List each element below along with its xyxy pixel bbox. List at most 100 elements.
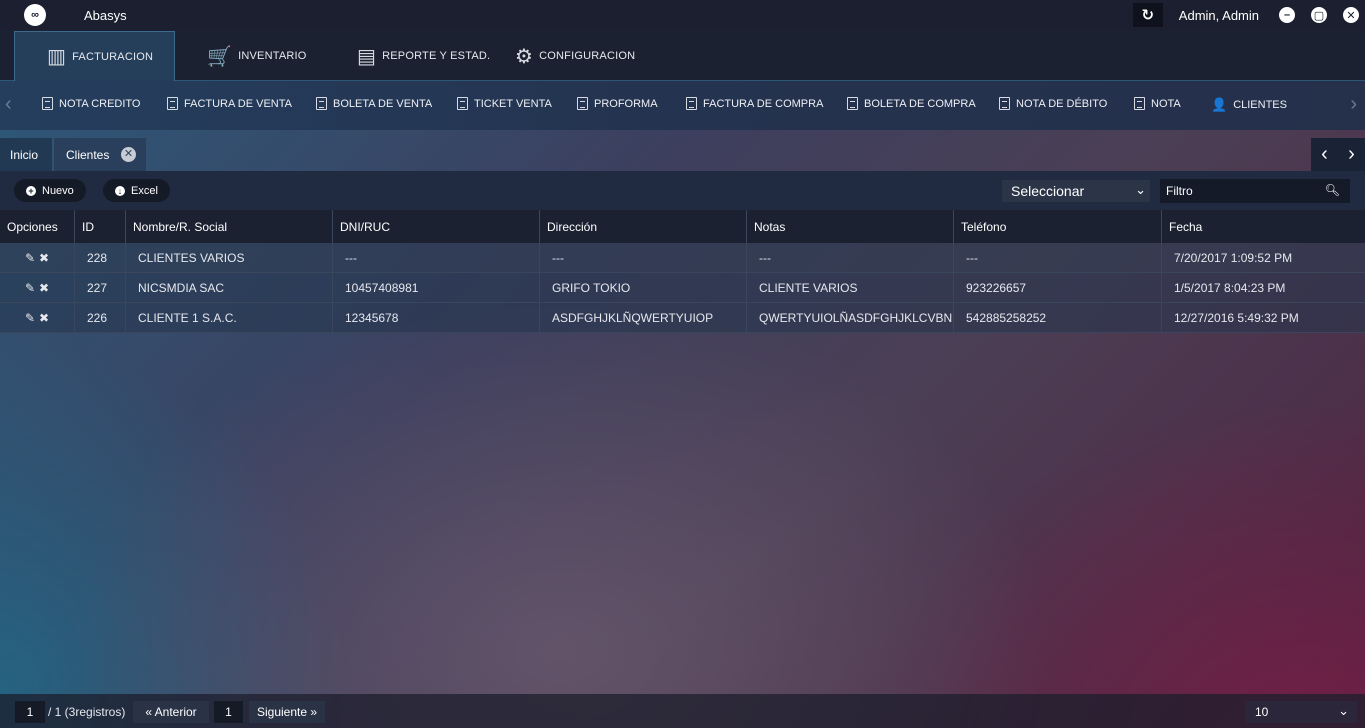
- document-icon: [577, 97, 588, 110]
- subnav-label: FACTURA DE COMPRA: [703, 97, 824, 110]
- chevron-down-icon: ⌄: [1338, 703, 1349, 718]
- cell-notes: CLIENTE VARIOS: [747, 273, 954, 302]
- refresh-icon[interactable]: ↻: [1132, 3, 1163, 27]
- cell-dni: 12345678: [333, 303, 540, 332]
- tab-label: FACTURACION: [72, 50, 154, 63]
- subnav-label: NOTA CREDITO: [59, 97, 141, 110]
- col-header[interactable]: Notas: [747, 210, 954, 243]
- cell-name: NICSMDIA SAC: [126, 273, 333, 302]
- cell-id: 226: [75, 303, 126, 332]
- subnav-factura-compra[interactable]: FACTURA DE COMPRA: [686, 97, 823, 110]
- row-options: ✎ ✖: [0, 273, 75, 302]
- download-icon: ↓: [115, 185, 125, 196]
- subnav-label: PROFORMA: [594, 97, 658, 110]
- subnav-label: CLIENTES: [1233, 99, 1287, 111]
- subnav-proforma[interactable]: PROFORMA: [577, 97, 658, 110]
- col-header[interactable]: Opciones: [0, 210, 75, 243]
- col-header[interactable]: DNI/RUC: [333, 210, 540, 243]
- table-header: Opciones ID Nombre/R. Social DNI/RUC Dir…: [0, 210, 1365, 243]
- table-row[interactable]: ✎ ✖ 227 NICSMDIA SAC 10457408981 GRIFO T…: [0, 273, 1365, 303]
- tab-facturacion[interactable]: ▥ FACTURACION: [14, 31, 175, 81]
- filter-input[interactable]: [1166, 184, 1316, 198]
- chevron-left-icon[interactable]: ‹: [5, 93, 12, 116]
- row-options: ✎ ✖: [0, 243, 75, 272]
- cell-id: 227: [75, 273, 126, 302]
- document-icon: [1134, 97, 1145, 110]
- page-input[interactable]: 1: [15, 701, 45, 723]
- search-icon[interactable]: 🔍︎: [1325, 183, 1340, 197]
- tab-clientes[interactable]: Clientes ✕: [54, 138, 146, 171]
- edit-icon[interactable]: ✎: [25, 251, 35, 265]
- tab-label: REPORTE Y ESTAD.: [382, 50, 491, 62]
- filter-field[interactable]: 🔍︎: [1160, 179, 1350, 203]
- col-header[interactable]: Nombre/R. Social: [126, 210, 333, 243]
- subnav-factura-venta[interactable]: FACTURA DE VENTA: [167, 97, 292, 110]
- subnav-nota[interactable]: NOTA: [1134, 97, 1181, 110]
- page-size-select[interactable]: 10 ⌄: [1245, 701, 1357, 723]
- maximize-icon[interactable]: ▢: [1311, 7, 1327, 23]
- edit-icon[interactable]: ✎: [25, 281, 35, 295]
- subnav-clientes[interactable]: 👤 CLIENTES: [1211, 97, 1287, 113]
- cell-address: ---: [540, 243, 747, 272]
- subnav-nota-credito[interactable]: NOTA CREDITO: [42, 97, 141, 110]
- cart-icon: 🛒: [207, 45, 233, 68]
- cell-dni: ---: [333, 243, 540, 272]
- delete-icon[interactable]: ✖: [39, 281, 49, 295]
- column-select[interactable]: Seleccionar ⌄: [1002, 180, 1150, 202]
- tab-scroll: ‹ ›: [1311, 138, 1365, 171]
- subnav-nota-debito[interactable]: NOTA DE DÉBITO: [999, 97, 1107, 110]
- cell-phone: 923226657: [954, 273, 1162, 302]
- document-icon: [42, 97, 53, 110]
- subnav-ticket-venta[interactable]: TICKET VENTA: [457, 97, 552, 110]
- title-bar: ∞ Abasys ↻ Admin, Admin – ▢ ✕: [0, 0, 1365, 30]
- col-header[interactable]: Dirección: [540, 210, 747, 243]
- close-window-icon[interactable]: ✕: [1343, 7, 1359, 23]
- tab-label: INVENTARIO: [238, 50, 307, 62]
- user-name[interactable]: Admin, Admin: [1179, 8, 1259, 23]
- subnav-label: BOLETA DE COMPRA: [864, 97, 976, 110]
- plus-icon: +: [26, 185, 36, 196]
- chevron-right-icon[interactable]: ›: [1350, 93, 1357, 116]
- tab-label: CONFIGURACION: [539, 50, 636, 62]
- next-page-button[interactable]: Siguiente »: [249, 701, 325, 723]
- report-icon: ▤: [357, 45, 377, 68]
- pager: 1 / 1 (3registros) « Anterior 1 Siguient…: [0, 694, 1365, 728]
- cell-notes: ---: [747, 243, 954, 272]
- close-tab-icon[interactable]: ✕: [121, 147, 136, 162]
- cell-address: ASDFGHJKLÑQWERTYUIOP: [540, 303, 747, 332]
- tab-configuracion[interactable]: ⚙ CONFIGURACION: [515, 31, 635, 81]
- cell-name: CLIENTE 1 S.A.C.: [126, 303, 333, 332]
- chevron-right-icon[interactable]: ›: [1348, 143, 1355, 166]
- cell-date: 7/20/2017 1:09:52 PM: [1174, 250, 1293, 265]
- tab-inicio[interactable]: Inicio: [0, 138, 52, 171]
- excel-button[interactable]: ↓ Excel: [103, 179, 170, 202]
- page-number-button[interactable]: 1: [214, 701, 243, 723]
- tab-inventario[interactable]: 🛒 INVENTARIO: [207, 31, 307, 81]
- delete-icon[interactable]: ✖: [39, 251, 49, 265]
- toolbar: + Nuevo ↓ Excel Seleccionar ⌄ 🔍︎: [0, 171, 1365, 210]
- edit-icon[interactable]: ✎: [25, 311, 35, 325]
- tab-reporte[interactable]: ▤ REPORTE Y ESTAD.: [357, 31, 490, 81]
- chevron-left-icon[interactable]: ‹: [1321, 143, 1328, 166]
- cell-date: 1/5/2017 8:04:23 PM: [1174, 280, 1286, 295]
- subnav-label: FACTURA DE VENTA: [184, 97, 292, 110]
- cell-dni: 10457408981: [333, 273, 540, 302]
- minimize-icon[interactable]: –: [1279, 7, 1295, 23]
- document-icon: [847, 97, 858, 110]
- document-icon: [457, 97, 468, 110]
- col-header[interactable]: Fecha: [1162, 210, 1365, 243]
- col-header[interactable]: Teléfono: [954, 210, 1162, 243]
- col-header[interactable]: ID: [75, 210, 126, 243]
- app-logo-icon: ∞: [24, 4, 46, 26]
- prev-page-button[interactable]: « Anterior: [133, 701, 209, 723]
- new-button[interactable]: + Nuevo: [14, 179, 86, 202]
- select-value: Seleccionar: [1011, 183, 1085, 199]
- subnav-label: TICKET VENTA: [474, 97, 552, 110]
- page-tabs: Inicio Clientes ✕: [0, 138, 1365, 171]
- page-size-value: 10: [1255, 705, 1269, 719]
- table-row[interactable]: ✎ ✖ 226 CLIENTE 1 S.A.C. 12345678 ASDFGH…: [0, 303, 1365, 333]
- table-row[interactable]: ✎ ✖ 228 CLIENTES VARIOS --- --- --- --- …: [0, 243, 1365, 273]
- subnav-boleta-compra[interactable]: BOLETA DE COMPRA: [847, 97, 976, 110]
- delete-icon[interactable]: ✖: [39, 311, 49, 325]
- subnav-boleta-venta[interactable]: BOLETA DE VENTA: [316, 97, 432, 110]
